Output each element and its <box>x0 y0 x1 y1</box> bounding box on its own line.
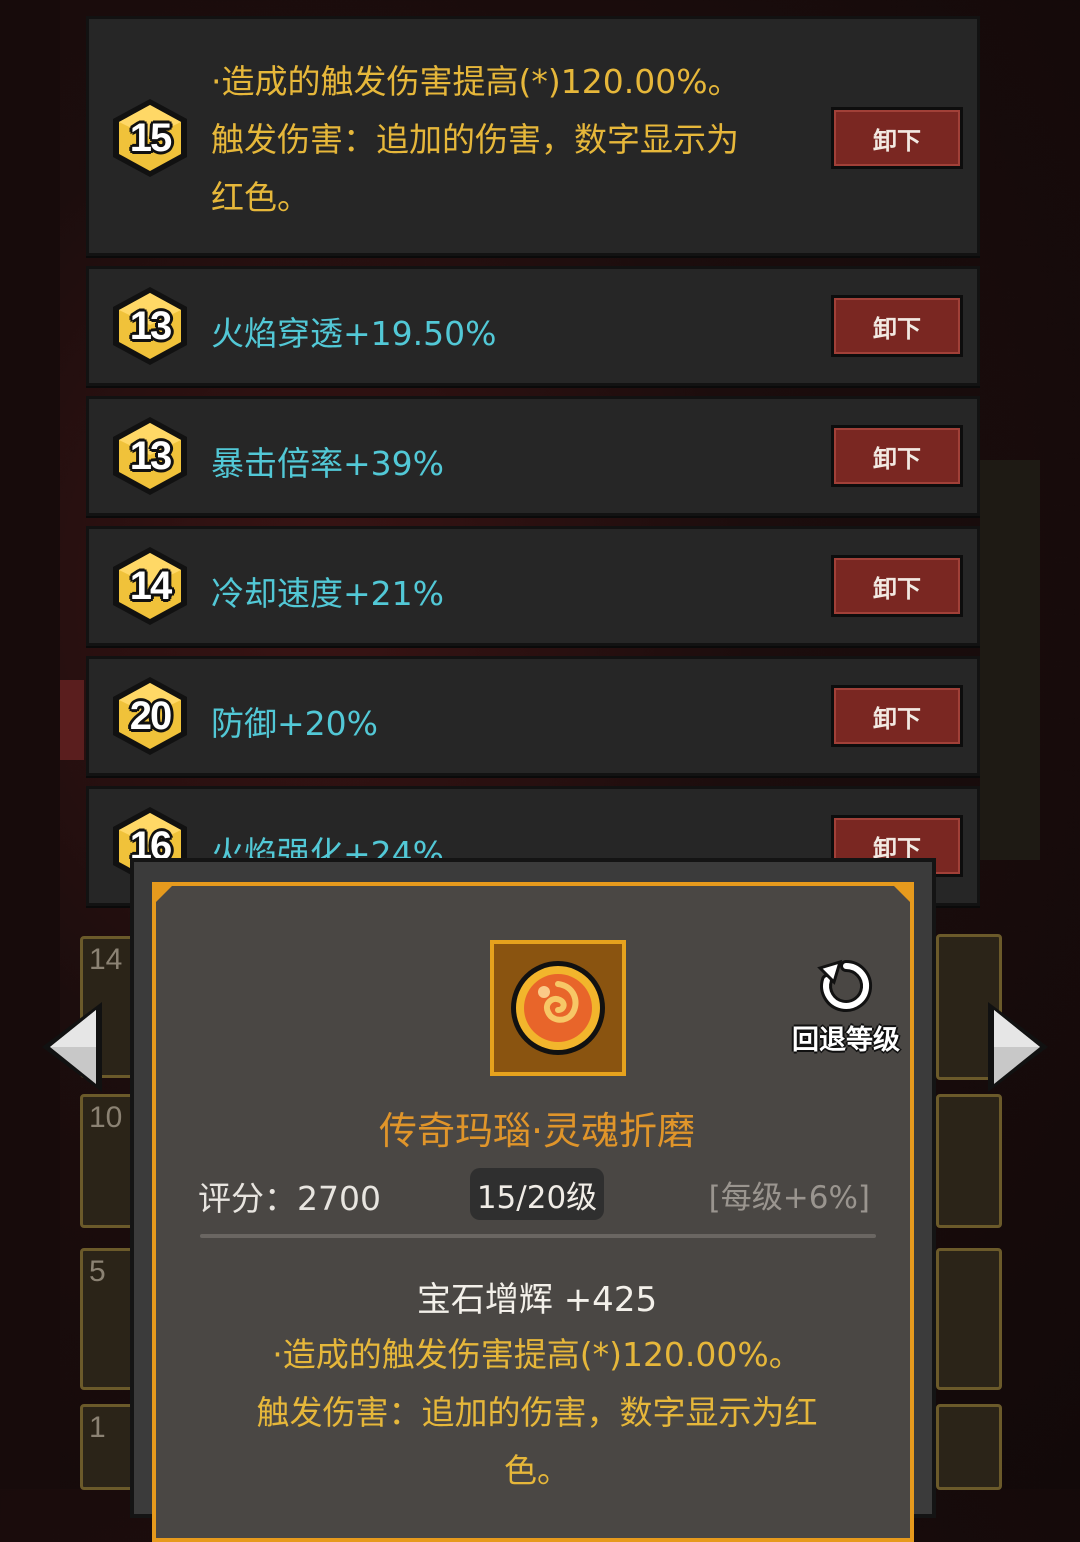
right-arrow-icon <box>988 1002 1048 1092</box>
gem-level-pill: 15/20级 <box>470 1168 604 1220</box>
unequip-button[interactable]: 卸下 <box>831 425 963 487</box>
effect-line: ·造成的触发伤害提高(*)120.00%。 <box>272 1335 802 1374</box>
level-badge: 14 <box>109 545 191 627</box>
gem-effect-description: ·造成的触发伤害提高(*)120.00%。 触发伤害：追加的伤害，数字显示为红 … <box>206 1326 868 1500</box>
side-gem-card[interactable] <box>936 1094 1002 1228</box>
corner-ornament <box>152 882 176 906</box>
left-arrow-icon <box>42 1002 102 1092</box>
next-gem-arrow[interactable] <box>986 1000 1050 1094</box>
gem-stat-row: 14 冷却速度+21% 卸下 <box>86 526 980 646</box>
unequip-button[interactable]: 卸下 <box>831 685 963 747</box>
fire-agate-gem-icon <box>511 961 605 1055</box>
level-badge: 20 <box>109 675 191 757</box>
unequip-button[interactable]: 卸下 <box>831 555 963 617</box>
unequip-button[interactable]: 卸下 <box>831 295 963 357</box>
effect-line: 触发伤害：追加的伤害，数字显示为红 <box>256 1393 818 1432</box>
background-pillar <box>0 0 60 1489</box>
gem-stat-row: 13 火焰穿透+19.50% 卸下 <box>86 266 980 386</box>
effect-line: 红色。 <box>211 178 310 217</box>
side-gem-level: 5 <box>89 1255 106 1288</box>
previous-gem-arrow[interactable] <box>40 1000 104 1094</box>
revert-level-label: 回退等级 <box>792 1025 900 1056</box>
background-pillar <box>980 460 1040 860</box>
gem-stat-row: 20 防御+20% 卸下 <box>86 656 980 776</box>
divider <box>200 1234 876 1238</box>
stat-text: 冷却速度+21% <box>211 574 444 613</box>
level-badge: 13 <box>109 285 191 367</box>
gem-icon-frame <box>490 940 626 1076</box>
level-number: 20 <box>129 693 173 738</box>
background-pillar <box>60 680 84 760</box>
gem-detail-panel: 回退等级 传奇玛瑙·灵魂折磨 评分：2700 15/20级 [每级+6%] 宝石… <box>152 882 914 1542</box>
gem-score: 评分：2700 <box>198 1179 381 1218</box>
level-number: 13 <box>129 303 173 348</box>
side-gem-level: 10 <box>89 1101 123 1134</box>
gem-detail-popup: 回退等级 传奇玛瑙·灵魂折磨 评分：2700 15/20级 [每级+6%] 宝石… <box>130 858 936 1542</box>
side-gem-card[interactable] <box>936 1404 1002 1490</box>
level-badge: 13 <box>109 415 191 497</box>
effect-line: 色。 <box>504 1451 570 1490</box>
per-level-bonus: [每级+6%] <box>708 1180 870 1216</box>
side-gem-level: 1 <box>89 1411 106 1444</box>
stat-text: 暴击倍率+39% <box>211 444 444 483</box>
side-gem-level: 14 <box>89 943 123 976</box>
gem-name: 传奇玛瑙·灵魂折磨 <box>378 1109 696 1153</box>
gem-bonus: 宝石增辉 +425 <box>416 1280 658 1320</box>
revert-arrow-icon <box>817 959 873 1012</box>
stat-text: 防御+20% <box>211 704 378 743</box>
effect-line: ·造成的触发伤害提高(*)120.00%。 <box>211 62 741 101</box>
level-badge: 15 <box>109 97 191 179</box>
effect-description: ·造成的触发伤害提高(*)120.00%。 触发伤害：追加的伤害，数字显示为 红… <box>211 53 801 227</box>
side-gem-card[interactable] <box>936 1248 1002 1390</box>
level-number: 14 <box>129 563 173 608</box>
stat-text: 火焰穿透+19.50% <box>211 314 497 353</box>
level-number: 15 <box>129 115 173 160</box>
revert-level-button[interactable]: 回退等级 <box>786 956 906 1056</box>
level-number: 13 <box>129 433 173 478</box>
gem-stat-row: 13 暴击倍率+39% 卸下 <box>86 396 980 516</box>
corner-ornament <box>890 882 914 906</box>
unequip-button[interactable]: 卸下 <box>831 107 963 169</box>
effect-line: 触发伤害：追加的伤害，数字显示为 <box>211 120 739 159</box>
gem-stat-row: 15 ·造成的触发伤害提高(*)120.00%。 触发伤害：追加的伤害，数字显示… <box>86 16 980 256</box>
